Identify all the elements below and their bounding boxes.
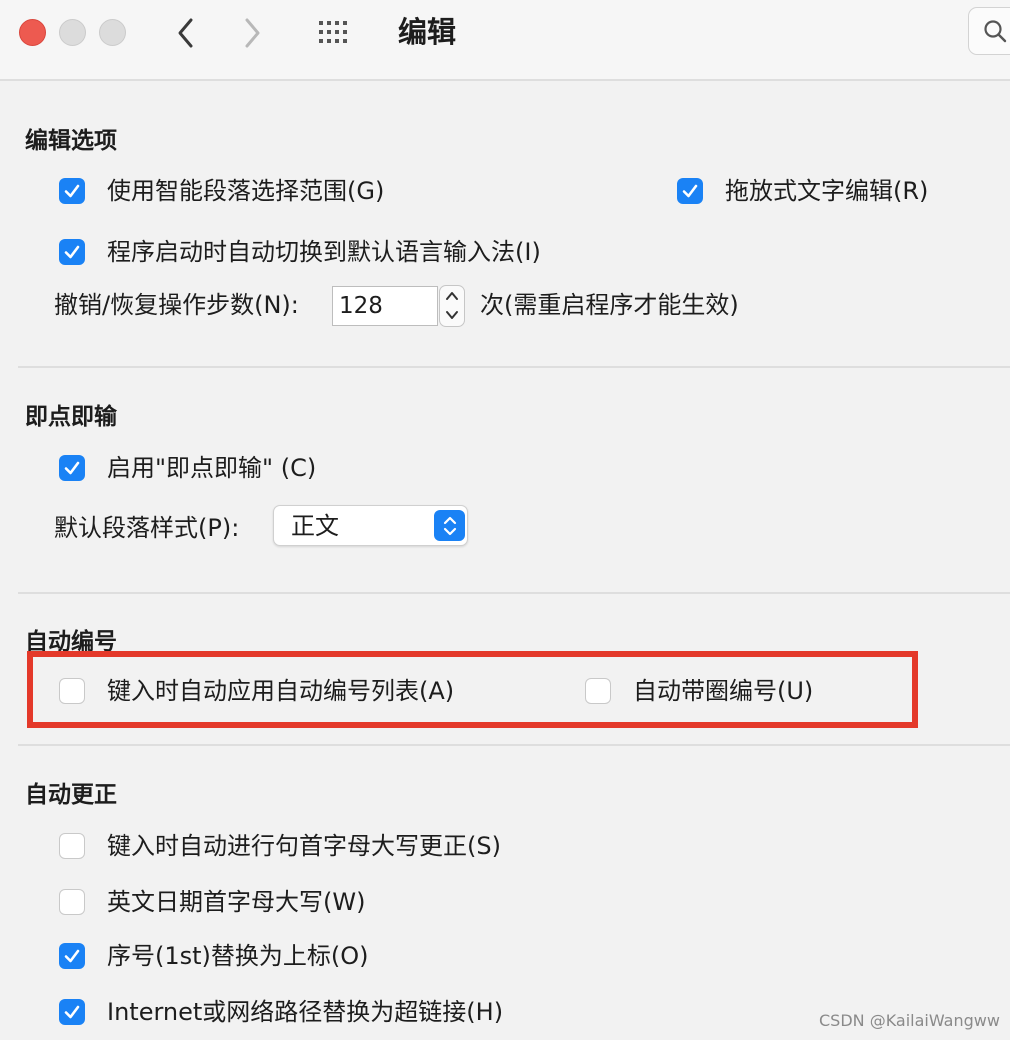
minimize-window-button[interactable] bbox=[59, 19, 86, 46]
capitalize-dates-option[interactable]: 英文日期首字母大写(W) bbox=[59, 886, 365, 918]
watermark-text: CSDN @KailaiWangww bbox=[819, 1011, 1000, 1030]
chevron-left-icon bbox=[178, 18, 193, 48]
undo-steps-label: 撤销/恢复操作步数(N): bbox=[54, 291, 299, 319]
section-divider bbox=[18, 366, 1010, 368]
window-title: 编辑 bbox=[398, 15, 457, 49]
undo-steps-note: 次(需重启程序才能生效) bbox=[480, 291, 739, 319]
forward-button[interactable] bbox=[237, 16, 267, 50]
capitalize-dates-checkbox[interactable] bbox=[59, 889, 85, 915]
click-type-option[interactable]: 启用"即点即输" (C) bbox=[59, 452, 316, 484]
section-title-editing-options: 编辑选项 bbox=[25, 128, 117, 154]
capitalize-sentence-checkbox[interactable] bbox=[59, 833, 85, 859]
default-style-value: 正文 bbox=[291, 512, 339, 540]
drag-drop-label: 拖放式文字编辑(R) bbox=[725, 177, 929, 205]
select-arrows[interactable] bbox=[434, 510, 465, 541]
click-type-checkbox[interactable] bbox=[59, 455, 85, 481]
chevron-updown-icon bbox=[443, 516, 456, 535]
back-button[interactable] bbox=[171, 16, 201, 50]
smart-paragraph-label: 使用智能段落选择范围(G) bbox=[107, 177, 385, 205]
checkmark-icon bbox=[682, 184, 698, 198]
ordinals-label: 序号(1st)替换为上标(O) bbox=[107, 942, 369, 970]
checkmark-icon bbox=[64, 461, 80, 475]
checkmark-icon bbox=[64, 1005, 80, 1019]
checkmark-icon bbox=[64, 184, 80, 198]
default-style-label: 默认段落样式(P): bbox=[54, 514, 240, 542]
chevron-down-icon[interactable] bbox=[445, 309, 459, 321]
section-divider bbox=[18, 744, 1010, 746]
capitalize-sentence-option[interactable]: 键入时自动进行句首字母大写更正(S) bbox=[59, 830, 501, 862]
drag-drop-option[interactable]: 拖放式文字编辑(R) bbox=[677, 175, 928, 207]
ordinals-checkbox[interactable] bbox=[59, 943, 85, 969]
click-type-label: 启用"即点即输" (C) bbox=[107, 454, 317, 482]
search-icon bbox=[984, 20, 1007, 43]
undo-steps-input[interactable]: 128 bbox=[332, 286, 438, 326]
checkmark-icon bbox=[64, 949, 80, 963]
close-window-button[interactable] bbox=[19, 19, 46, 46]
search-field[interactable] bbox=[968, 7, 1010, 55]
capitalize-dates-label: 英文日期首字母大写(W) bbox=[107, 888, 366, 916]
hyperlinks-label: Internet或网络路径替换为超链接(H) bbox=[107, 998, 504, 1026]
smart-paragraph-option[interactable]: 使用智能段落选择范围(G) bbox=[59, 175, 384, 207]
default-style-select[interactable]: 正文 bbox=[273, 505, 468, 546]
section-divider bbox=[18, 592, 1010, 594]
grid-icon[interactable] bbox=[318, 20, 350, 44]
smart-paragraph-checkbox[interactable] bbox=[59, 178, 85, 204]
checkmark-icon bbox=[64, 245, 80, 259]
undo-steps-stepper[interactable] bbox=[439, 285, 465, 327]
hyperlinks-checkbox[interactable] bbox=[59, 999, 85, 1025]
section-title-auto-correct: 自动更正 bbox=[25, 782, 117, 808]
drag-drop-checkbox[interactable] bbox=[677, 178, 703, 204]
auto-ime-option[interactable]: 程序启动时自动切换到默认语言输入法(I) bbox=[59, 236, 541, 268]
capitalize-sentence-label: 键入时自动进行句首字母大写更正(S) bbox=[107, 832, 501, 860]
chevron-right-icon bbox=[245, 18, 260, 48]
auto-ime-label: 程序启动时自动切换到默认语言输入法(I) bbox=[107, 238, 541, 266]
highlight-annotation-box bbox=[27, 651, 918, 728]
chevron-up-icon[interactable] bbox=[445, 290, 459, 302]
title-bar: 编辑 bbox=[0, 0, 1010, 81]
auto-ime-checkbox[interactable] bbox=[59, 239, 85, 265]
hyperlinks-option[interactable]: Internet或网络路径替换为超链接(H) bbox=[59, 996, 503, 1028]
ordinals-option[interactable]: 序号(1st)替换为上标(O) bbox=[59, 940, 369, 972]
section-title-click-type: 即点即输 bbox=[25, 404, 117, 430]
zoom-window-button[interactable] bbox=[99, 19, 126, 46]
